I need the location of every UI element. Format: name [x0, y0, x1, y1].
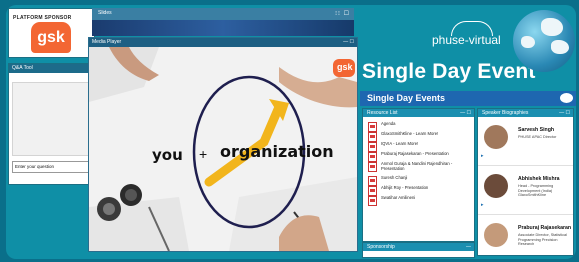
media-player-header: Media Player — ☐	[89, 38, 357, 47]
expand-arrow-icon[interactable]: ▸	[481, 153, 484, 159]
avatar	[484, 223, 508, 247]
question-input[interactable]: Enter your question	[12, 161, 92, 173]
slides-banner	[92, 20, 354, 36]
resource-item[interactable]: Anmol Guraja & Nandini Rajendhiran - Pre…	[363, 161, 474, 175]
speaker-biographies-panel: Speaker Biographies — ☐ Sarvesh Singh PH…	[477, 108, 574, 256]
pdf-icon	[368, 162, 377, 172]
slide-word-organization: organization	[220, 142, 334, 161]
phuse-logo-icon	[560, 93, 573, 103]
expand-arrow-icon[interactable]: ▸	[481, 202, 484, 208]
slide-plus-sign: +	[199, 146, 208, 162]
qa-messages	[12, 82, 92, 156]
sponsorship-controls[interactable]: —	[466, 243, 471, 251]
speaker-role: Head - Programming Development (India) G…	[518, 184, 554, 197]
speaker-name: Abhishek Mishra	[518, 176, 560, 182]
platform-sponsor-box: PLATFORM SPONSOR gsk	[8, 8, 95, 58]
media-player-controls[interactable]: — ☐	[343, 39, 354, 45]
resource-item[interactable]: Praburaj Rajasekaran - Presentation	[363, 151, 474, 162]
slide-content[interactable]: you + organization gsk	[89, 47, 357, 251]
resource-item[interactable]: Abhijit Roy - Presentation	[363, 185, 474, 196]
slide-word-you: you	[152, 146, 183, 164]
resource-item[interactable]: Suresh Chanji	[363, 175, 474, 186]
gsk-logo[interactable]: gsk	[31, 22, 71, 53]
sponsorship-title: Sponsorship	[367, 244, 395, 250]
qa-title: Q&A Tool	[9, 64, 94, 73]
resource-list-title: Resource List	[367, 110, 398, 116]
single-day-events-bar: Single Day Events	[360, 91, 576, 106]
speaker-card[interactable]: Praburaj Rajasekaran Associate Director,…	[478, 215, 573, 255]
speaker-card[interactable]: Sarvesh Singh PHUSE APAC Director ▸	[478, 117, 573, 166]
avatar	[484, 174, 508, 198]
phuse-virtual-logo: phuse-virtual	[432, 33, 501, 47]
slides-window-controls[interactable]: ⁝⁝ ☐	[335, 10, 350, 17]
media-player-title: Media Player	[92, 39, 122, 45]
speaker-role: Associate Director, Statistical Programm…	[518, 233, 567, 246]
resource-item[interactable]: Agenda	[363, 121, 474, 132]
speaker-role: PHUSE APAC Director	[518, 135, 557, 139]
sponsorship-panel: Sponsorship —	[362, 242, 475, 258]
speaker-biographies-controls[interactable]: — ☐	[559, 109, 570, 117]
slides-panel-header: Slides ⁝⁝ ☐	[92, 8, 354, 20]
sponsor-label: PLATFORM SPONSOR	[13, 15, 72, 21]
speaker-name: Sarvesh Singh	[518, 127, 555, 133]
speaker-biographies-header: Speaker Biographies — ☐	[478, 109, 573, 117]
single-day-events-title: Single Day Events	[367, 93, 446, 103]
speaker-card[interactable]: Abhishek Mishra Head - Programming Devel…	[478, 166, 573, 215]
pdf-icon	[368, 196, 377, 206]
slide-gsk-logo: gsk	[337, 62, 353, 72]
resource-item[interactable]: GlaxoSmithKline - Learn More!	[363, 131, 474, 142]
sponsorship-header: Sponsorship —	[363, 243, 474, 251]
resource-list-panel: Resource List — ☐ Agenda GlaxoSmithKline…	[362, 108, 475, 242]
avatar	[484, 125, 508, 149]
event-title: Single Day Event	[362, 60, 536, 83]
speaker-biographies-title: Speaker Biographies	[482, 110, 529, 116]
globe-icon	[513, 10, 575, 72]
media-player: Media Player — ☐ you + organization gsk	[88, 37, 358, 252]
resource-item[interactable]: Swatihar Amilineni	[363, 195, 474, 206]
resource-list-header: Resource List — ☐	[363, 109, 474, 117]
qa-tool-panel: Q&A Tool Enter your question	[8, 63, 95, 185]
speaker-name: Praburaj Rajasekaran	[518, 225, 572, 231]
resource-item[interactable]: IQVIA - Learn More!	[363, 141, 474, 152]
resource-list-controls[interactable]: — ☐	[460, 109, 471, 117]
slides-title: Slides	[98, 10, 112, 16]
